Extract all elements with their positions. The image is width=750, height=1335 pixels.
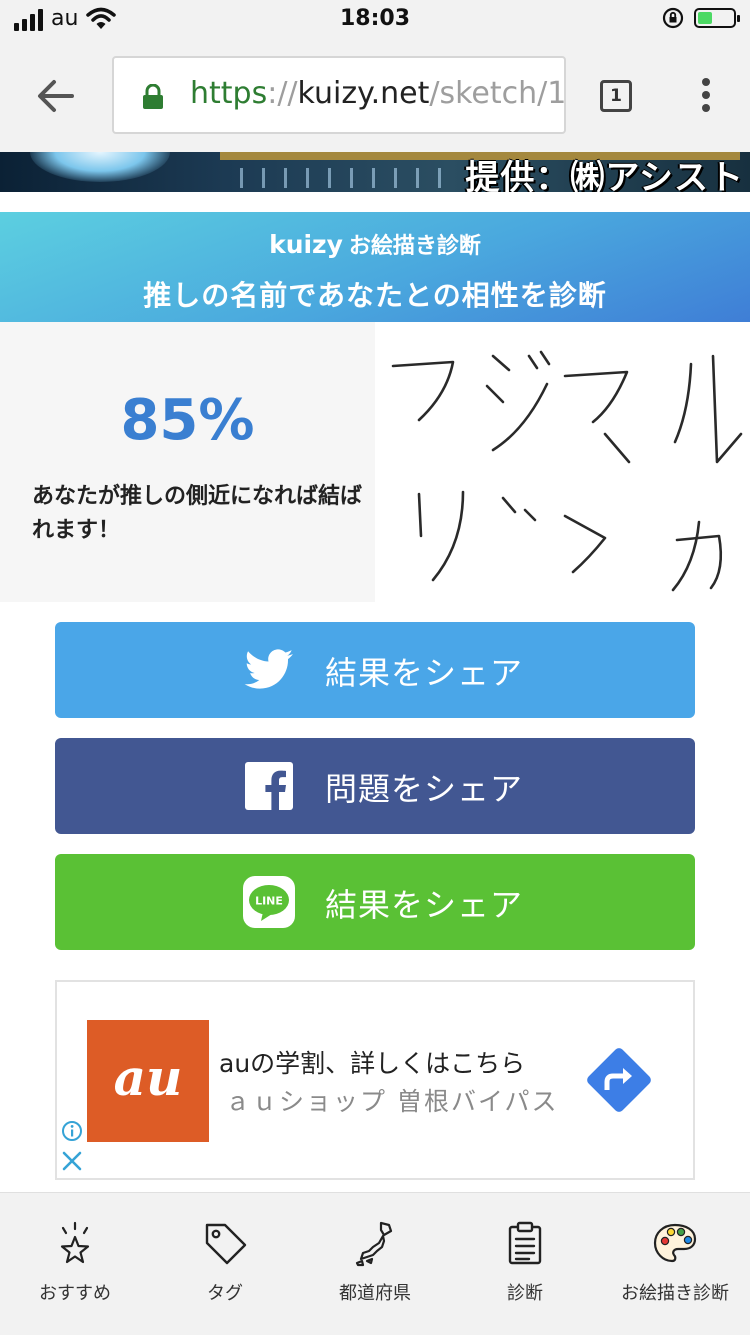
sponsor-banner[interactable]: 提供：㈱アシスト: [0, 152, 750, 192]
directions-icon[interactable]: [579, 1040, 659, 1120]
star-sparkle-icon: [60, 1221, 90, 1264]
twitter-share-label: 結果をシェア: [325, 654, 524, 692]
address-bar[interactable]: https://kuizy.net/sketch/1: [112, 56, 566, 134]
brand-line: kuizy お絵描き診断: [0, 228, 750, 260]
palette-icon: [653, 1223, 697, 1263]
result-panel: 85% あなたが推しの側近になれば結ばれます！: [0, 322, 375, 602]
nav-item-prefecture[interactable]: 都道府県: [300, 1219, 450, 1305]
url-separator: ://: [267, 76, 298, 111]
nav-label-tag: タグ: [207, 1283, 243, 1304]
ad-subtitle: ａｕショップ 曽根バイパス: [225, 1087, 559, 1116]
nav-item-tag[interactable]: タグ: [150, 1219, 300, 1305]
nav-label-recommended: おすすめ: [39, 1283, 111, 1304]
facebook-share-label: 問題をシェア: [325, 770, 524, 808]
nav-label-prefecture: 都道府県: [339, 1283, 411, 1304]
browser-toolbar: https://kuizy.net/sketch/1 1: [0, 40, 750, 152]
status-bar: au 18:03: [0, 0, 750, 40]
ad-info-icon[interactable]: [61, 1120, 83, 1142]
au-logo: au: [87, 1020, 209, 1142]
japan-map-icon: [355, 1221, 393, 1267]
orientation-lock-icon: [662, 7, 684, 29]
line-icon: LINE: [243, 876, 295, 928]
quiz-header: kuizy お絵描き診断 推しの名前であなたとの相性を診断: [0, 212, 750, 322]
sponsor-text: 提供：㈱アシスト: [465, 158, 744, 192]
url-scheme: https: [190, 76, 268, 111]
twitter-bird-icon: [244, 649, 293, 689]
result-message: あなたが推しの側近になれば結ばれます！: [32, 484, 363, 543]
status-right: [662, 7, 740, 29]
facebook-icon: [245, 762, 293, 810]
nav-label-diagnosis: 診断: [507, 1283, 543, 1304]
compatibility-percent: 85%: [120, 388, 255, 453]
ad-close-icon[interactable]: [61, 1150, 83, 1172]
advertisement[interactable]: au auの学割、詳しくはこちら ａｕショップ 曽根バイパス: [55, 980, 695, 1180]
banner-glow: [30, 152, 170, 182]
nav-label-drawing-diagnosis: お絵描き診断: [621, 1283, 729, 1304]
tag-icon: [205, 1223, 247, 1265]
ad-title[interactable]: auの学割、詳しくはこちら: [219, 1044, 525, 1080]
twitter-share-button[interactable]: 結果をシェア: [55, 622, 695, 718]
nav-item-diagnosis[interactable]: 診断: [450, 1219, 600, 1305]
url-path: /sketch/1: [429, 76, 566, 111]
line-share-button[interactable]: LINE 結果をシェア: [55, 854, 695, 950]
line-icon-text: LINE: [255, 895, 283, 908]
handwritten-drawing: [375, 322, 750, 602]
brand-name: kuizy: [269, 230, 343, 259]
nav-item-recommended[interactable]: おすすめ: [0, 1219, 150, 1305]
nav-item-drawing-diagnosis[interactable]: お絵描き診断: [600, 1219, 750, 1305]
au-logo-text: au: [113, 1048, 183, 1107]
quiz-title: 推しの名前であなたとの相性を診断: [143, 279, 607, 312]
line-share-label: 結果をシェア: [325, 886, 524, 924]
url-text[interactable]: https://kuizy.net/sketch/1: [190, 76, 566, 111]
handwriting-image: [391, 350, 743, 592]
lock-icon: [143, 84, 163, 109]
facebook-share-button[interactable]: 問題をシェア: [55, 738, 695, 834]
back-arrow-icon[interactable]: [36, 78, 76, 114]
more-vert-icon[interactable]: [700, 78, 712, 114]
brand-suffix: お絵描き診断: [348, 234, 481, 259]
clipboard-icon: [508, 1221, 542, 1265]
bottom-navigation: おすすめ タグ 都道府県 診断 お絵描き診断: [0, 1192, 750, 1335]
battery-icon: [694, 8, 740, 28]
clock: 18:03: [339, 6, 411, 31]
banner-lights: [240, 168, 460, 188]
tab-switcher-button[interactable]: 1: [600, 80, 632, 112]
url-host: kuizy.net: [297, 76, 430, 111]
